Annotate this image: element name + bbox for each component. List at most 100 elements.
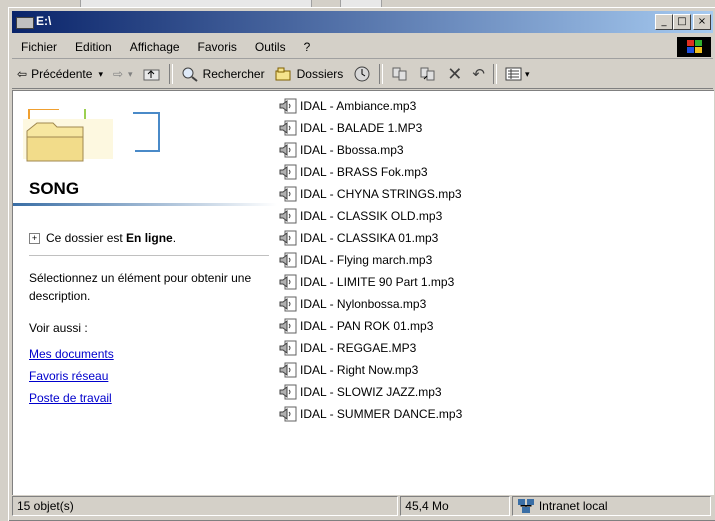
dropdown-arrow-icon[interactable]: ▾ xyxy=(98,69,103,80)
audio-file-icon xyxy=(279,318,297,334)
undo-button[interactable]: ↶ xyxy=(467,62,490,86)
search-icon xyxy=(182,67,198,82)
selection-description: Sélectionnez un élément pour obtenir une… xyxy=(29,271,252,303)
menu-affichage[interactable]: Affichage xyxy=(121,40,189,54)
file-name: IDAL - Bbossa.mp3 xyxy=(300,143,404,157)
file-item[interactable]: IDAL - CLASSIK OLD.mp3 xyxy=(279,205,709,227)
toolbar-separator xyxy=(492,64,497,84)
link-favoris-reseau[interactable]: Favoris réseau xyxy=(29,365,114,387)
link-poste-de-travail[interactable]: Poste de travail xyxy=(29,387,114,409)
expand-icon[interactable]: + xyxy=(29,233,40,245)
file-name: IDAL - Right Now.mp3 xyxy=(300,363,419,377)
audio-file-icon xyxy=(279,120,297,136)
move-to-button[interactable] xyxy=(386,62,414,86)
copy-to-button[interactable] xyxy=(414,62,442,86)
back-arrow-icon: ⇦ xyxy=(17,67,28,81)
audio-file-icon xyxy=(279,230,297,246)
views-icon xyxy=(505,67,522,81)
audio-file-icon xyxy=(279,296,297,312)
history-button[interactable] xyxy=(348,62,376,86)
dropdown-arrow-icon[interactable]: ▾ xyxy=(128,69,133,80)
file-name: IDAL - Ambiance.mp3 xyxy=(300,99,417,113)
menu-help[interactable]: ? xyxy=(295,40,320,54)
audio-file-icon xyxy=(279,142,297,158)
file-item[interactable]: IDAL - Nylonbossa.mp3 xyxy=(279,293,709,315)
file-name: IDAL - REGGAE.MP3 xyxy=(300,341,417,355)
audio-file-icon xyxy=(279,98,297,114)
audio-file-icon xyxy=(279,252,297,268)
copy-to-icon xyxy=(420,67,435,81)
folder-name: SONG xyxy=(29,179,80,198)
delete-icon: ✕ xyxy=(447,63,463,84)
title-bar[interactable]: E:\ _ □ × xyxy=(12,11,713,33)
file-name: IDAL - SUMMER DANCE.mp3 xyxy=(300,407,463,421)
search-label: Rechercher xyxy=(202,67,265,81)
menu-favoris[interactable]: Favoris xyxy=(189,40,246,54)
menu-edition[interactable]: Edition xyxy=(66,40,121,54)
maximize-button[interactable]: □ xyxy=(673,14,691,30)
file-item[interactable]: IDAL - PAN ROK 01.mp3 xyxy=(279,315,709,337)
file-name: IDAL - LIMITE 90 Part 1.mp3 xyxy=(300,275,455,289)
file-item[interactable]: IDAL - CLASSIKA 01.mp3 xyxy=(279,227,709,249)
drive-icon xyxy=(16,17,34,29)
status-object-count: 15 objet(s) xyxy=(12,496,399,516)
intranet-icon xyxy=(517,499,534,513)
minimize-button[interactable]: _ xyxy=(655,14,673,30)
back-button[interactable]: ⇦ Précédente ▾ xyxy=(12,62,108,86)
folders-icon xyxy=(275,67,291,81)
windows-logo-icon xyxy=(677,37,711,57)
audio-file-icon xyxy=(279,384,297,400)
file-name: IDAL - CLASSIKA 01.mp3 xyxy=(300,231,439,245)
search-button[interactable]: Rechercher xyxy=(176,62,270,86)
online-text: Ce dossier est xyxy=(46,231,123,245)
file-name: IDAL - SLOWIZ JAZZ.mp3 xyxy=(300,385,442,399)
delete-button[interactable]: ✕ xyxy=(442,62,467,86)
up-folder-button[interactable] xyxy=(138,62,166,86)
move-to-icon xyxy=(392,67,407,81)
file-list: IDAL - Ambiance.mp3 IDAL - BALADE 1.MP3 ID… xyxy=(279,95,709,425)
file-item[interactable]: IDAL - CHYNA STRINGS.mp3 xyxy=(279,183,709,205)
online-end: . xyxy=(172,231,177,245)
up-folder-icon xyxy=(143,69,160,81)
explorer-window: E:\ _ □ × Fichier Edition Affichage Favo… xyxy=(8,7,715,521)
toolbar-separator xyxy=(379,64,384,84)
menu-bar: Fichier Edition Affichage Favoris Outils… xyxy=(12,36,713,59)
zone-label: Intranet local xyxy=(538,499,608,513)
link-mes-documents[interactable]: Mes documents xyxy=(29,343,114,365)
file-item[interactable]: IDAL - SUMMER DANCE.mp3 xyxy=(279,403,709,425)
content-area: SONG + Ce dossier est En ligne. Sélection… xyxy=(12,90,714,495)
menu-outils[interactable]: Outils xyxy=(246,40,295,54)
file-item[interactable]: IDAL - LIMITE 90 Part 1.mp3 xyxy=(279,271,709,293)
file-name: IDAL - BRASS Fok.mp3 xyxy=(300,165,428,179)
see-also-heading: Voir aussi : xyxy=(29,321,88,335)
file-item[interactable]: IDAL - Bbossa.mp3 xyxy=(279,139,709,161)
file-item[interactable]: IDAL - SLOWIZ JAZZ.mp3 xyxy=(279,381,709,403)
folders-button[interactable]: Dossiers xyxy=(270,62,349,86)
file-item[interactable]: IDAL - Ambiance.mp3 xyxy=(279,95,709,117)
undo-icon: ↶ xyxy=(472,66,485,83)
file-item[interactable]: IDAL - Flying march.mp3 xyxy=(279,249,709,271)
file-item[interactable]: IDAL - BALADE 1.MP3 xyxy=(279,117,709,139)
file-item[interactable]: IDAL - Right Now.mp3 xyxy=(279,359,709,381)
toolbar: ⇦ Précédente ▾ ⇨ ▾ Rechercher Dossiers ✕… xyxy=(12,60,713,89)
file-item[interactable]: IDAL - BRASS Fok.mp3 xyxy=(279,161,709,183)
info-divider xyxy=(29,255,269,256)
audio-file-icon xyxy=(279,340,297,356)
forward-arrow-icon: ⇨ xyxy=(112,67,124,81)
toolbar-separator xyxy=(168,64,173,84)
file-name: IDAL - CLASSIK OLD.mp3 xyxy=(300,209,443,223)
audio-file-icon xyxy=(279,406,297,422)
forward-button[interactable]: ⇨ ▾ xyxy=(108,62,138,86)
audio-file-icon xyxy=(279,164,297,180)
status-bar: 15 objet(s) 45,4 Mo Intranet local xyxy=(12,496,713,518)
web-view-panel: SONG + Ce dossier est En ligne. Sélection… xyxy=(13,91,277,495)
online-bold: En ligne xyxy=(126,231,173,245)
audio-file-icon xyxy=(279,208,297,224)
views-button[interactable]: ▾ xyxy=(500,62,535,86)
dropdown-arrow-icon[interactable]: ▾ xyxy=(525,69,530,80)
close-button[interactable]: × xyxy=(693,14,711,30)
file-item[interactable]: IDAL - REGGAE.MP3 xyxy=(279,337,709,359)
status-size: 45,4 Mo xyxy=(400,496,510,516)
file-name: IDAL - Flying march.mp3 xyxy=(300,253,433,267)
menu-fichier[interactable]: Fichier xyxy=(12,40,66,54)
